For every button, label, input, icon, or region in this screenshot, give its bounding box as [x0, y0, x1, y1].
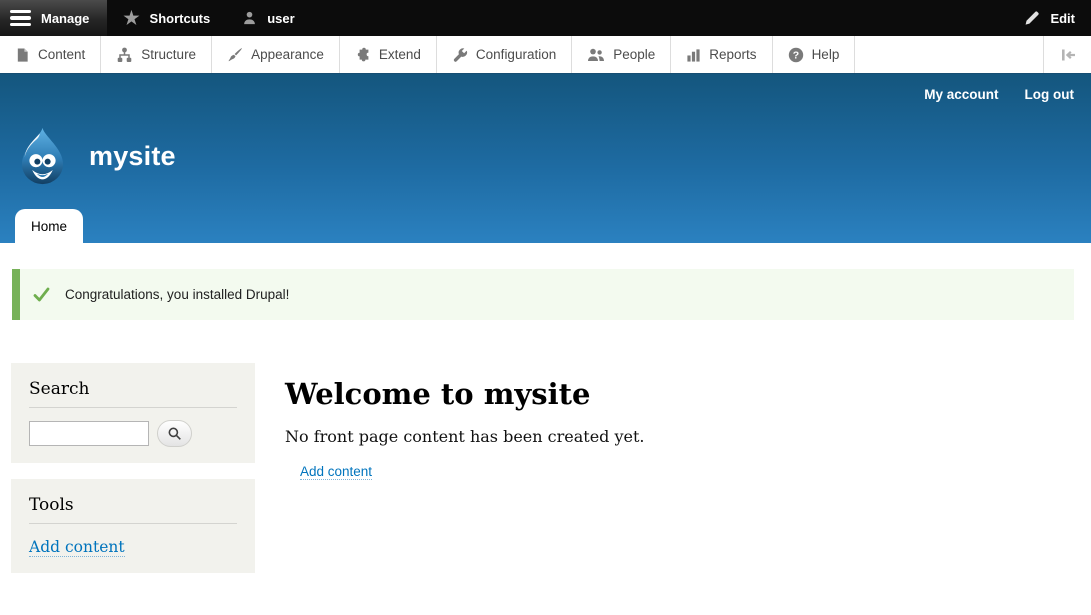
tray-item-structure[interactable]: Structure [101, 36, 212, 73]
site-header: My account Log out [0, 74, 1091, 243]
manage-menu-item[interactable]: Manage [0, 0, 107, 36]
tray-item-appearance[interactable]: Appearance [212, 36, 340, 73]
tray-label: Extend [379, 47, 421, 62]
search-submit-button[interactable] [157, 420, 192, 447]
my-account-link[interactable]: My account [924, 87, 998, 102]
edit-label: Edit [1050, 11, 1075, 26]
collapse-left-icon [1058, 47, 1078, 63]
toolbar-orientation-toggle[interactable] [1043, 36, 1091, 73]
site-branding: mysite [14, 127, 176, 185]
search-block-title: Search [29, 379, 237, 408]
manage-label: Manage [41, 11, 89, 26]
tray-item-help[interactable]: ? Help [773, 36, 856, 73]
tray-item-content[interactable]: Content [0, 36, 101, 73]
page-title: Welcome to mysite [285, 377, 1071, 411]
people-icon [587, 47, 605, 63]
status-message: Congratulations, you installed Drupal! [12, 269, 1074, 320]
secondary-menu: My account Log out [924, 87, 1074, 102]
shortcuts-label: Shortcuts [150, 11, 211, 26]
wrench-icon [452, 47, 468, 63]
tray-item-extend[interactable]: Extend [340, 36, 437, 73]
user-label: user [267, 11, 294, 26]
tray-label: People [613, 47, 655, 62]
add-content-link[interactable]: Add content [300, 464, 372, 480]
tray-label: Structure [141, 47, 196, 62]
sidebar-add-content-link[interactable]: Add content [29, 538, 125, 557]
tab-home[interactable]: Home [15, 209, 83, 243]
shortcuts-menu-item[interactable]: ★ Shortcuts [107, 0, 226, 36]
star-icon: ★ [123, 9, 139, 27]
hamburger-icon [10, 10, 31, 27]
person-icon [242, 10, 257, 26]
bar-chart-icon [686, 47, 701, 63]
admin-bar-spacer [311, 0, 1009, 36]
main-layout: Search Tools Add content Welcome to mysi… [0, 320, 1091, 573]
checkmark-icon [33, 287, 50, 302]
puzzle-icon [355, 47, 371, 63]
tray-label: Configuration [476, 47, 556, 62]
tray-label: Content [38, 47, 85, 62]
svg-text:?: ? [792, 49, 798, 61]
magnifier-icon [167, 426, 182, 441]
tools-block: Tools Add content [11, 479, 255, 573]
tray-spacer [855, 36, 1043, 73]
main-content: Welcome to mysite No front page content … [285, 363, 1071, 481]
status-text: Congratulations, you installed Drupal! [65, 287, 289, 302]
empty-frontpage-text: No front page content has been created y… [285, 427, 1071, 446]
sidebar: Search Tools Add content [11, 363, 255, 573]
sitemap-icon [116, 47, 133, 63]
question-icon: ? [788, 47, 804, 63]
tray-item-people[interactable]: People [572, 36, 671, 73]
admin-toolbar-tray: Content Structure Appearance Extend Conf… [0, 36, 1091, 74]
tray-item-configuration[interactable]: Configuration [437, 36, 572, 73]
drupal-logo[interactable] [14, 127, 71, 185]
pencil-icon [1024, 10, 1040, 26]
edit-button[interactable]: Edit [1008, 0, 1091, 36]
search-input[interactable] [29, 421, 149, 446]
file-icon [15, 47, 30, 63]
search-form [29, 420, 237, 447]
log-out-link[interactable]: Log out [1025, 87, 1074, 102]
search-block: Search [11, 363, 255, 463]
user-menu-item[interactable]: user [226, 0, 310, 36]
tray-label: Appearance [251, 47, 324, 62]
admin-toolbar-bar: Manage ★ Shortcuts user Edit [0, 0, 1091, 36]
site-name[interactable]: mysite [89, 141, 176, 172]
tray-item-reports[interactable]: Reports [671, 36, 772, 73]
tray-label: Reports [709, 47, 756, 62]
tray-label: Help [812, 47, 840, 62]
brush-icon [227, 47, 243, 63]
tools-block-title: Tools [29, 495, 237, 524]
